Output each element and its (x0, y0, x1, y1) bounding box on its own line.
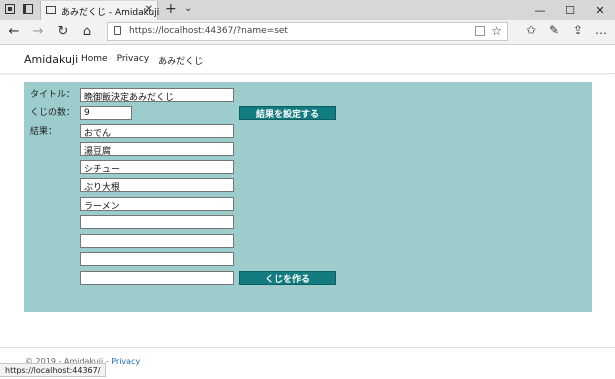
set-results-button[interactable]: 結果を設定する (239, 106, 336, 120)
results-label: 結果： (30, 127, 58, 137)
home-icon[interactable]: ⌂ (79, 24, 95, 39)
more-menu-icon[interactable]: … (593, 23, 609, 37)
browser-tab-bar: あみだくじ - Amidakuji ✕ + ⌄ — ☐ ✕ (0, 0, 615, 20)
result-input[interactable] (80, 234, 234, 248)
nav-amidakuji-link[interactable]: あみだくじ (158, 54, 203, 67)
status-url-bar: https://localhost:44367/ (0, 363, 107, 377)
result-input[interactable]: ラーメン (80, 197, 234, 211)
favorites-icon[interactable]: ✩ (523, 23, 539, 37)
nav-privacy-link[interactable]: Privacy (117, 54, 150, 67)
site-nav: Home Privacy あみだくじ (81, 54, 203, 67)
minimize-icon[interactable]: — (525, 0, 555, 20)
window-close-icon[interactable]: ✕ (585, 0, 615, 20)
address-field[interactable]: https://localhost:44367/?name=set ☆ (107, 22, 508, 41)
result-input[interactable]: おでん (80, 124, 234, 138)
footer-privacy-link[interactable]: Privacy (111, 357, 140, 366)
url-text[interactable]: https://localhost:44367/?name=set (129, 26, 288, 36)
tab-actions-icon[interactable] (5, 4, 15, 14)
footer-divider (0, 347, 615, 348)
result-input[interactable] (80, 271, 234, 285)
share-icon[interactable]: ⇪ (570, 23, 586, 37)
make-lottery-button[interactable]: くじを作る (239, 271, 336, 285)
amidakuji-form-panel: タイトル： 晩御飯決定あみだくじ くじの数： 9 結果を設定する 結果： おでん… (24, 82, 592, 312)
lock-icon[interactable] (114, 26, 121, 35)
refresh-icon[interactable]: ↻ (55, 24, 71, 39)
page-favicon-icon (46, 6, 56, 14)
result-input[interactable]: ぶり大根 (80, 178, 234, 192)
tab-close-icon[interactable]: ✕ (145, 4, 153, 15)
count-input[interactable]: 9 (80, 106, 132, 120)
address-toolbar: ← → ↻ ⌂ https://localhost:44367/?name=se… (0, 20, 615, 45)
title-label: タイトル： (30, 90, 76, 100)
result-input[interactable] (80, 215, 234, 229)
title-input[interactable]: 晩御飯決定あみだくじ (80, 88, 234, 102)
favorite-star-icon[interactable]: ☆ (491, 24, 502, 38)
tab-list-chevron-icon[interactable]: ⌄ (184, 3, 192, 14)
result-input[interactable] (80, 252, 234, 266)
browser-tab[interactable]: あみだくじ - Amidakuji ✕ (40, 1, 159, 20)
reading-view-icon[interactable] (475, 26, 485, 36)
result-input[interactable]: 湯豆腐 (80, 142, 234, 156)
site-header: Amidakuji Home Privacy あみだくじ (0, 45, 615, 74)
set-aside-tabs-icon[interactable] (23, 4, 33, 14)
new-tab-icon[interactable]: + (165, 1, 177, 17)
count-label: くじの数： (30, 108, 76, 118)
maximize-icon[interactable]: ☐ (555, 0, 585, 20)
back-icon[interactable]: ← (6, 24, 22, 39)
pen-notes-icon[interactable]: ✎ (546, 23, 562, 37)
window-icons (5, 4, 33, 14)
nav-home-link[interactable]: Home (81, 54, 108, 67)
result-input[interactable]: シチュー (80, 160, 234, 174)
site-brand[interactable]: Amidakuji (24, 53, 78, 66)
forward-icon[interactable]: → (30, 24, 46, 39)
window-controls: — ☐ ✕ (525, 0, 615, 20)
